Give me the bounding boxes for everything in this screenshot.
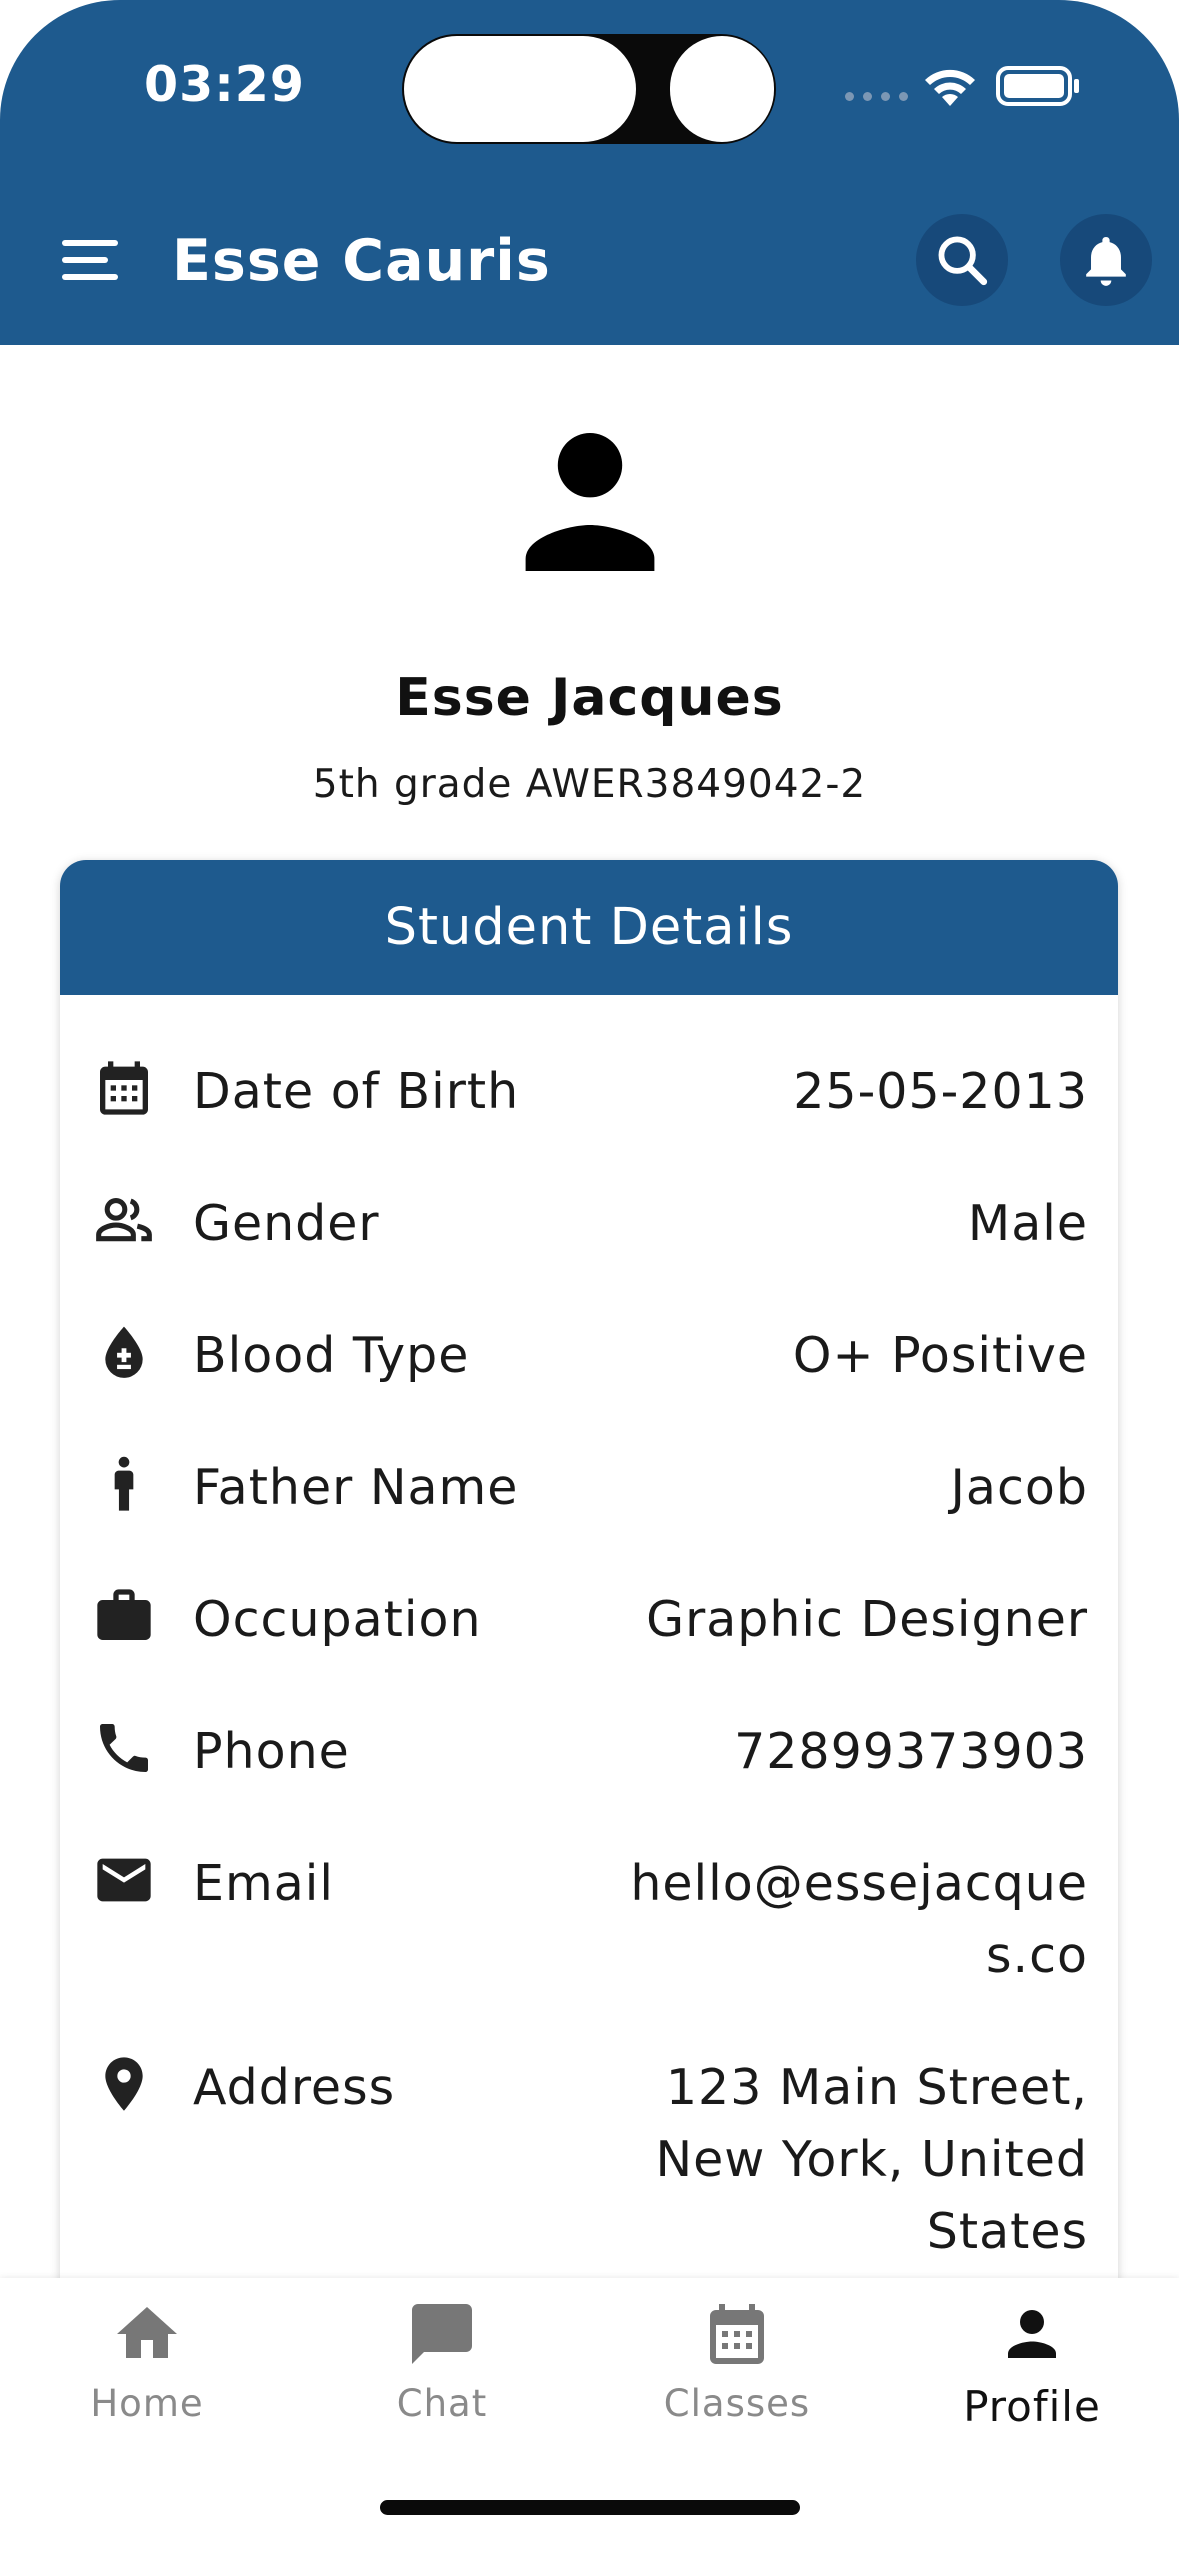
wifi-icon [925, 69, 975, 106]
calendar-icon [710, 2304, 764, 2364]
detail-value: Graphic Designer [646, 1591, 1088, 1648]
detail-label: Address [193, 2059, 396, 2116]
app-title: Esse Cauris [172, 228, 551, 294]
nav-classes[interactable]: Classes [637, 2298, 837, 2425]
detail-value: Jacob [950, 1459, 1088, 1516]
value-line: s.co [985, 1927, 1088, 1984]
home-icon [117, 2307, 177, 2358]
detail-label: Date of Birth [193, 1063, 520, 1120]
value-line: hello@essejacque [630, 1855, 1088, 1912]
detail-label: Phone [193, 1723, 350, 1780]
value-line: 123 Main Street, [665, 2059, 1088, 2116]
menu-icon [62, 240, 118, 280]
card-heading: Student Details [60, 860, 1118, 995]
battery-icon [996, 66, 1079, 106]
blood-drop-icon [105, 1326, 143, 1378]
mail-icon [97, 1858, 151, 1902]
cellular-signal-icon [845, 92, 908, 101]
detail-value: 72899373903 [734, 1723, 1088, 1780]
search-button[interactable] [916, 214, 1008, 306]
value-line: States [926, 2203, 1088, 2260]
calendar-icon [100, 1061, 148, 1115]
detail-label: Father Name [193, 1459, 519, 1516]
phone-icon [100, 1724, 148, 1772]
island-pill-left [404, 36, 636, 142]
person-icon [1008, 2310, 1056, 2358]
nav-label: Chat [396, 2382, 488, 2425]
man-icon [114, 1456, 134, 1511]
student-details-card: Student Details Date of Birth 25-05-2013… [60, 860, 1118, 2380]
notifications-button[interactable] [1060, 214, 1152, 306]
island-pill-right [670, 36, 774, 142]
person-icon [525, 433, 655, 571]
nav-profile[interactable]: Profile [932, 2298, 1132, 2431]
value-line: New York, United [655, 2131, 1088, 2188]
student-name: Esse Jacques [395, 668, 784, 728]
detail-value: 25-05-2013 [793, 1063, 1088, 1120]
detail-label: Occupation [193, 1591, 482, 1648]
status-time: 03:29 [144, 56, 305, 113]
detail-label: Email [193, 1855, 334, 1912]
detail-value: O+ Positive [792, 1327, 1088, 1384]
nav-label: Home [90, 2382, 204, 2425]
menu-button[interactable] [52, 222, 128, 298]
bell-icon [1086, 237, 1126, 286]
nav-home[interactable]: Home [47, 2298, 247, 2425]
home-indicator [380, 2500, 800, 2515]
detail-value: Male [967, 1195, 1088, 1252]
detail-value: 123 Main Street, New York, United States [655, 2052, 1088, 2268]
search-icon [938, 236, 988, 286]
nav-label: Profile [963, 2382, 1101, 2431]
chat-icon [412, 2304, 472, 2364]
nav-label: Classes [663, 2382, 811, 2425]
nav-chat[interactable]: Chat [342, 2298, 542, 2425]
people-icon [96, 1197, 152, 1242]
detail-value: hello@essejacque s.co [630, 1848, 1088, 1992]
detail-label: Gender [193, 1195, 380, 1252]
detail-label: Blood Type [193, 1327, 470, 1384]
student-grade-id: 5th grade AWER3849042-2 [312, 762, 867, 807]
briefcase-icon [97, 1589, 151, 1640]
location-pin-icon [105, 2057, 143, 2111]
